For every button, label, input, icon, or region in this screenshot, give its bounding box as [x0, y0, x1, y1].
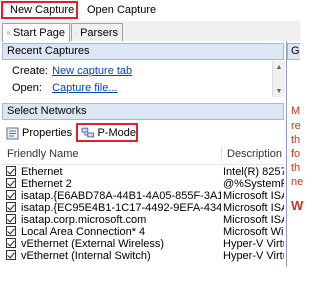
right-pane-text-fragment: th	[291, 162, 301, 174]
right-pane-text-fragment: ne	[291, 176, 304, 188]
right-pane-text-fragment: fo	[291, 148, 301, 160]
column-friendly-name[interactable]: Friendly Name	[2, 144, 222, 164]
select-networks-title: Select Networks	[7, 105, 87, 117]
network-description: Microsoft ISATAP Adapter	[223, 214, 284, 226]
network-description: Intel(R) 82579LM Gigabit Network Connect…	[223, 166, 284, 178]
scroll-down-arrow-icon[interactable]: ▼	[273, 85, 285, 97]
tab-parsers[interactable]: Parsers	[71, 23, 123, 41]
properties-icon	[6, 127, 19, 139]
column-description[interactable]: Description	[222, 144, 284, 164]
network-checkbox[interactable]	[6, 178, 16, 188]
network-row[interactable]: Local Area Connection* 4 Microsoft Wi-Fi…	[2, 226, 284, 238]
network-friendly-name: Local Area Connection* 4	[21, 226, 146, 238]
right-pane-partial: Ge M re th fo th ne W	[287, 41, 304, 267]
network-checkbox[interactable]	[6, 202, 16, 212]
recent-captures-title: Recent Captures	[7, 45, 90, 57]
network-friendly-name: Ethernet	[21, 166, 63, 178]
open-capture-button[interactable]: Open Capture	[80, 1, 160, 19]
network-row[interactable]: isatap.{E6ABD78A-44B1-4A05-855F-3A10A9DD…	[2, 190, 284, 202]
network-checkbox[interactable]	[6, 238, 16, 248]
p-mode-button[interactable]: P-Mode	[76, 123, 138, 142]
network-checkbox[interactable]	[6, 166, 16, 176]
network-description: @%SystemRoot%\system32\...	[223, 178, 284, 190]
network-friendly-name: Ethernet 2	[21, 178, 72, 190]
network-friendly-name: isatap.{E6ABD78A-44B1-4A05-855F-3A10A9DD…	[21, 190, 221, 202]
network-friendly-name: isatap.{EC95E4B1-1C17-4492-9EFA-434575A1…	[21, 202, 221, 214]
network-description: Microsoft ISATAP Adapter	[223, 202, 284, 214]
network-checkbox[interactable]	[6, 226, 16, 236]
network-adapters-grid: Friendly Name Description Ethernet Intel…	[2, 144, 284, 308]
document-tabstrip: Start Page Parsers	[0, 21, 300, 42]
new-capture-button[interactable]: New Capture	[1, 1, 78, 19]
recent-row-label: Create:	[12, 65, 49, 77]
network-row[interactable]: isatap.corp.microsoft.com Microsoft ISAT…	[2, 214, 284, 226]
new-capture-label: New Capture	[10, 4, 75, 16]
network-friendly-name: vEthernet (Internal Switch)	[21, 250, 151, 262]
select-networks-header: Select Networks	[2, 103, 284, 120]
recent-captures-scrollbar[interactable]: ▲ ▼	[272, 61, 285, 97]
network-description: Hyper-V Virtual Ethernet	[223, 250, 284, 262]
open-capture-label: Open Capture	[87, 4, 157, 16]
network-row[interactable]: vEthernet (External Wireless) Hyper-V Vi…	[2, 238, 284, 250]
properties-label: Properties	[22, 127, 73, 139]
right-pane-text-fragment: th	[291, 134, 301, 146]
network-description: Microsoft Wi-Fi Direct	[223, 226, 284, 238]
main-toolbar: New Capture Open Capture	[0, 0, 300, 22]
grid-header: Friendly Name Description	[2, 144, 284, 165]
start-page-left-pane: Recent Captures Create: New capture tab …	[0, 41, 287, 267]
networks-toolbar: Properties P-Mode	[2, 123, 284, 144]
scroll-up-arrow-icon[interactable]: ▲	[273, 61, 285, 73]
recent-row-label: Open:	[12, 82, 42, 94]
network-friendly-name: vEthernet (External Wireless)	[21, 238, 165, 250]
network-friendly-name: isatap.corp.microsoft.com	[21, 214, 147, 226]
network-checkbox[interactable]	[6, 250, 16, 260]
right-pane-header: Ge	[287, 43, 300, 60]
right-pane-text-fragment: re	[291, 120, 301, 132]
start-page-icon	[7, 31, 10, 35]
parsers-icon	[76, 32, 78, 33]
recent-row-open: Open: Capture file...	[12, 81, 117, 95]
p-mode-network-icon	[81, 127, 94, 138]
tab-start-page[interactable]: Start Page	[2, 23, 70, 42]
new-capture-tab-link[interactable]: New capture tab	[52, 65, 132, 77]
properties-button[interactable]: Properties	[6, 125, 72, 141]
network-checkbox[interactable]	[6, 214, 16, 224]
capture-file-link[interactable]: Capture file...	[52, 82, 117, 94]
network-row[interactable]: Ethernet 2 @%SystemRoot%\system32\...	[2, 178, 284, 190]
network-row[interactable]: isatap.{EC95E4B1-1C17-4492-9EFA-434575A1…	[2, 202, 284, 214]
network-checkbox[interactable]	[6, 190, 16, 200]
recent-captures-header: Recent Captures	[2, 43, 284, 60]
tab-start-page-label: Start Page	[13, 27, 65, 39]
network-description: Microsoft ISATAP Adapter	[223, 190, 284, 202]
network-description: Hyper-V Virtual Ethernet	[223, 238, 284, 250]
network-row[interactable]: Ethernet Intel(R) 82579LM Gigabit Networ…	[2, 166, 284, 178]
right-pane-header-fragment: Ge	[291, 45, 300, 57]
network-row[interactable]: vEthernet (Internal Switch) Hyper-V Virt…	[2, 250, 284, 262]
p-mode-label: P-Mode	[97, 126, 136, 139]
right-pane-text-fragment: M	[291, 105, 301, 117]
tab-parsers-label: Parsers	[80, 26, 118, 39]
right-pane-text-fragment: W	[291, 198, 304, 213]
recent-row-create: Create: New capture tab	[12, 64, 132, 78]
